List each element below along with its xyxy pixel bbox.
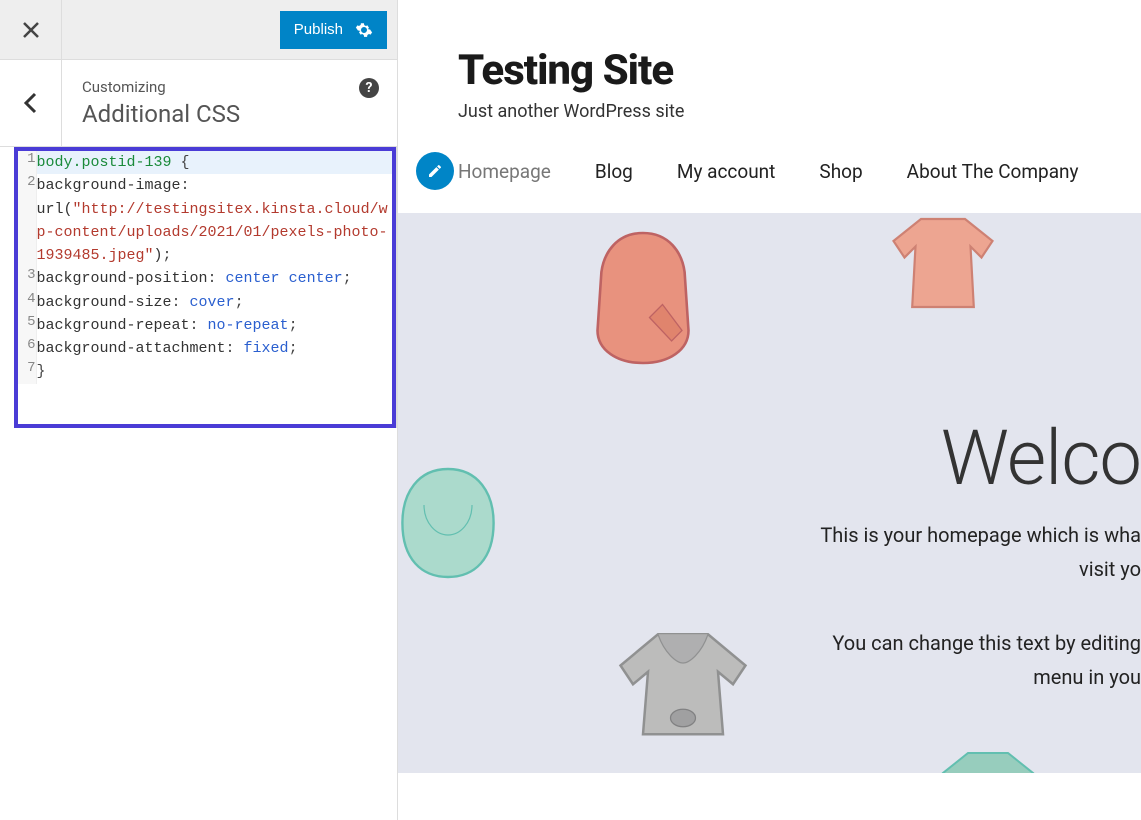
close-customizer-button[interactable]	[0, 0, 62, 60]
chevron-left-icon	[23, 92, 39, 114]
garment-illustration	[938, 748, 1038, 773]
hero-section: Welco This is your homepage which is wha…	[398, 213, 1141, 773]
site-title[interactable]: Testing Site	[458, 46, 1141, 95]
help-icon: ?	[366, 80, 373, 96]
menu-item[interactable]: Shop	[819, 160, 862, 183]
css-editor[interactable]: 1body.postid-139 {2background-image:url(…	[14, 147, 396, 428]
customizer-topbar: Publish	[0, 0, 397, 60]
panel-header: Customizing Additional CSS ?	[0, 60, 397, 147]
garment-illustration	[398, 453, 508, 593]
menu-item[interactable]: Blog	[595, 160, 633, 183]
panel-breadcrumb: Customizing	[82, 78, 379, 96]
gear-icon	[355, 21, 373, 39]
hero-paragraph: This is your homepage which is wha	[820, 523, 1141, 547]
hero-heading: Welco	[941, 413, 1141, 503]
customizer-sidebar: Publish Customizing Additional CSS ? 1bo…	[0, 0, 398, 820]
publish-button-label: Publish	[294, 21, 343, 38]
menu-item[interactable]: My account	[677, 160, 776, 183]
hero-paragraph: visit yo	[1079, 557, 1141, 581]
code-editor-content: 1body.postid-139 {2background-image:url(…	[18, 151, 392, 384]
back-button[interactable]	[0, 60, 62, 146]
pencil-icon	[427, 163, 443, 179]
close-icon	[22, 21, 40, 39]
primary-menu: Homepage Blog My account Shop About The Comp…	[458, 160, 1141, 183]
site-preview: Testing Site Just another WordPress site…	[398, 0, 1141, 820]
panel-title: Additional CSS	[82, 100, 379, 128]
publish-button[interactable]: Publish	[280, 11, 387, 49]
help-button[interactable]: ?	[359, 78, 379, 98]
menu-item[interactable]: Homepage	[458, 160, 551, 183]
garment-illustration	[578, 223, 708, 373]
hero-paragraph: You can change this text by editing	[832, 631, 1141, 655]
menu-item[interactable]: About The Company	[907, 160, 1079, 183]
garment-illustration	[888, 213, 998, 313]
garment-illustration	[608, 613, 758, 743]
site-tagline: Just another WordPress site	[458, 101, 1141, 122]
edit-shortcut-button[interactable]	[416, 152, 454, 190]
hero-paragraph: menu in you	[1033, 665, 1141, 689]
